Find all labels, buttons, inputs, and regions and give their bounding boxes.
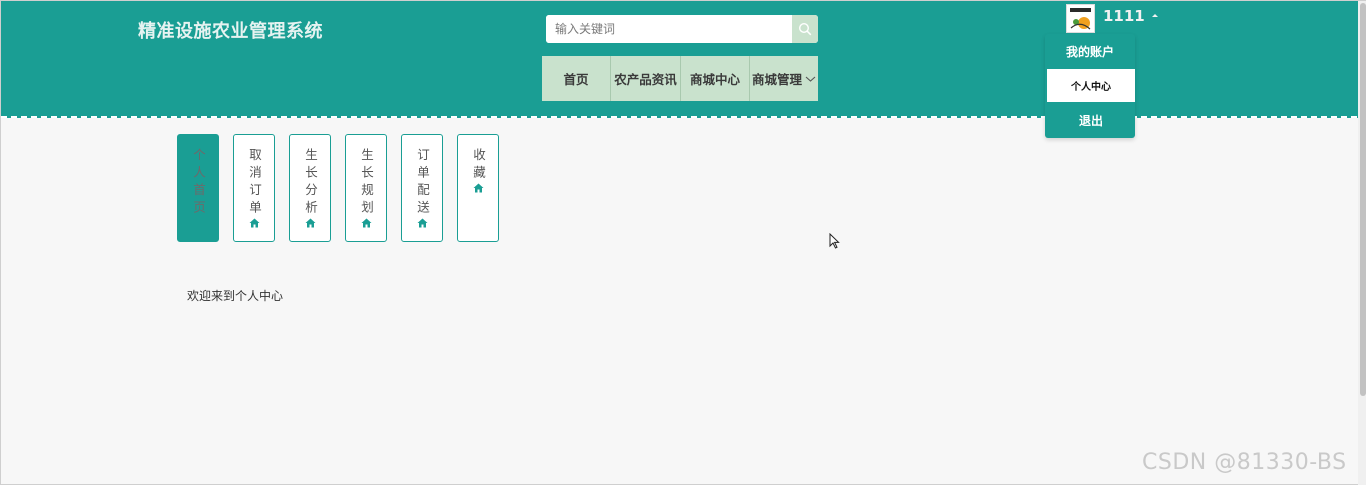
tab-label: 收藏 xyxy=(471,148,486,183)
chevron-down-icon xyxy=(805,76,816,82)
tab-label: 取消订单 xyxy=(247,148,262,218)
tab-label: 生长分析 xyxy=(303,148,318,218)
nav-item-label: 商城管理 xyxy=(751,72,802,87)
nav-item-home[interactable]: 首页 xyxy=(542,56,611,101)
tab-cancel-order[interactable]: 取消订单 xyxy=(233,134,275,242)
side-tabs: 个人首页 取消订单 生长分析 生长规划 订单配送 收藏 xyxy=(177,134,513,242)
nav-item-shop-manage[interactable]: 商城管理 xyxy=(750,56,818,101)
tab-favorites[interactable]: 收藏 xyxy=(457,134,499,242)
avatar[interactable] xyxy=(1066,4,1095,33)
home-icon xyxy=(361,218,371,228)
username[interactable]: 1111 xyxy=(1103,7,1145,25)
home-icon xyxy=(417,218,427,228)
nav-item-news[interactable]: 农产品资讯 xyxy=(611,56,681,101)
caret-up-icon[interactable] xyxy=(1152,14,1158,17)
tab-order-delivery[interactable]: 订单配送 xyxy=(401,134,443,242)
avatar-logo xyxy=(1067,5,1094,32)
search-icon xyxy=(798,22,812,36)
main-nav: 首页 农产品资讯 商城中心 商城管理 xyxy=(542,56,818,101)
nav-item-label: 商城中心 xyxy=(689,72,740,87)
search-input[interactable] xyxy=(546,15,792,43)
welcome-text: 欢迎来到个人中心 xyxy=(187,289,284,303)
menu-item-logout[interactable]: 退出 xyxy=(1047,104,1135,137)
home-icon xyxy=(305,218,315,228)
nav-item-label: 首页 xyxy=(563,72,589,87)
mouse-cursor-icon xyxy=(829,233,840,249)
home-icon xyxy=(249,218,259,228)
tab-personal-home[interactable]: 个人首页 xyxy=(177,134,219,242)
watermark: CSDN @81330-BS xyxy=(1142,450,1347,475)
tab-growth-plan[interactable]: 生长规划 xyxy=(345,134,387,242)
search-box xyxy=(546,15,818,43)
nav-item-shop-center[interactable]: 商城中心 xyxy=(681,56,750,101)
home-icon xyxy=(473,183,483,193)
account-dropdown: 我的账户 个人中心 退出 xyxy=(1045,34,1135,138)
site-title: 精准设施农业管理系统 xyxy=(138,21,323,42)
account-menu-title: 我的账户 xyxy=(1065,45,1114,59)
tab-label: 生长规划 xyxy=(359,148,374,218)
header: 精准设施农业管理系统 首页 农产品资讯 商城中心 商城管理 xyxy=(1,1,1366,118)
tab-label: 个人首页 xyxy=(191,148,206,218)
tab-growth-analysis[interactable]: 生长分析 xyxy=(289,134,331,242)
scrollbar-thumb[interactable] xyxy=(1360,3,1366,396)
search-button[interactable] xyxy=(792,15,818,43)
tab-label: 订单配送 xyxy=(415,148,430,218)
scrollbar[interactable] xyxy=(1358,1,1366,485)
menu-item-personal-center[interactable]: 个人中心 xyxy=(1047,69,1135,102)
nav-item-label: 农产品资讯 xyxy=(614,72,677,87)
